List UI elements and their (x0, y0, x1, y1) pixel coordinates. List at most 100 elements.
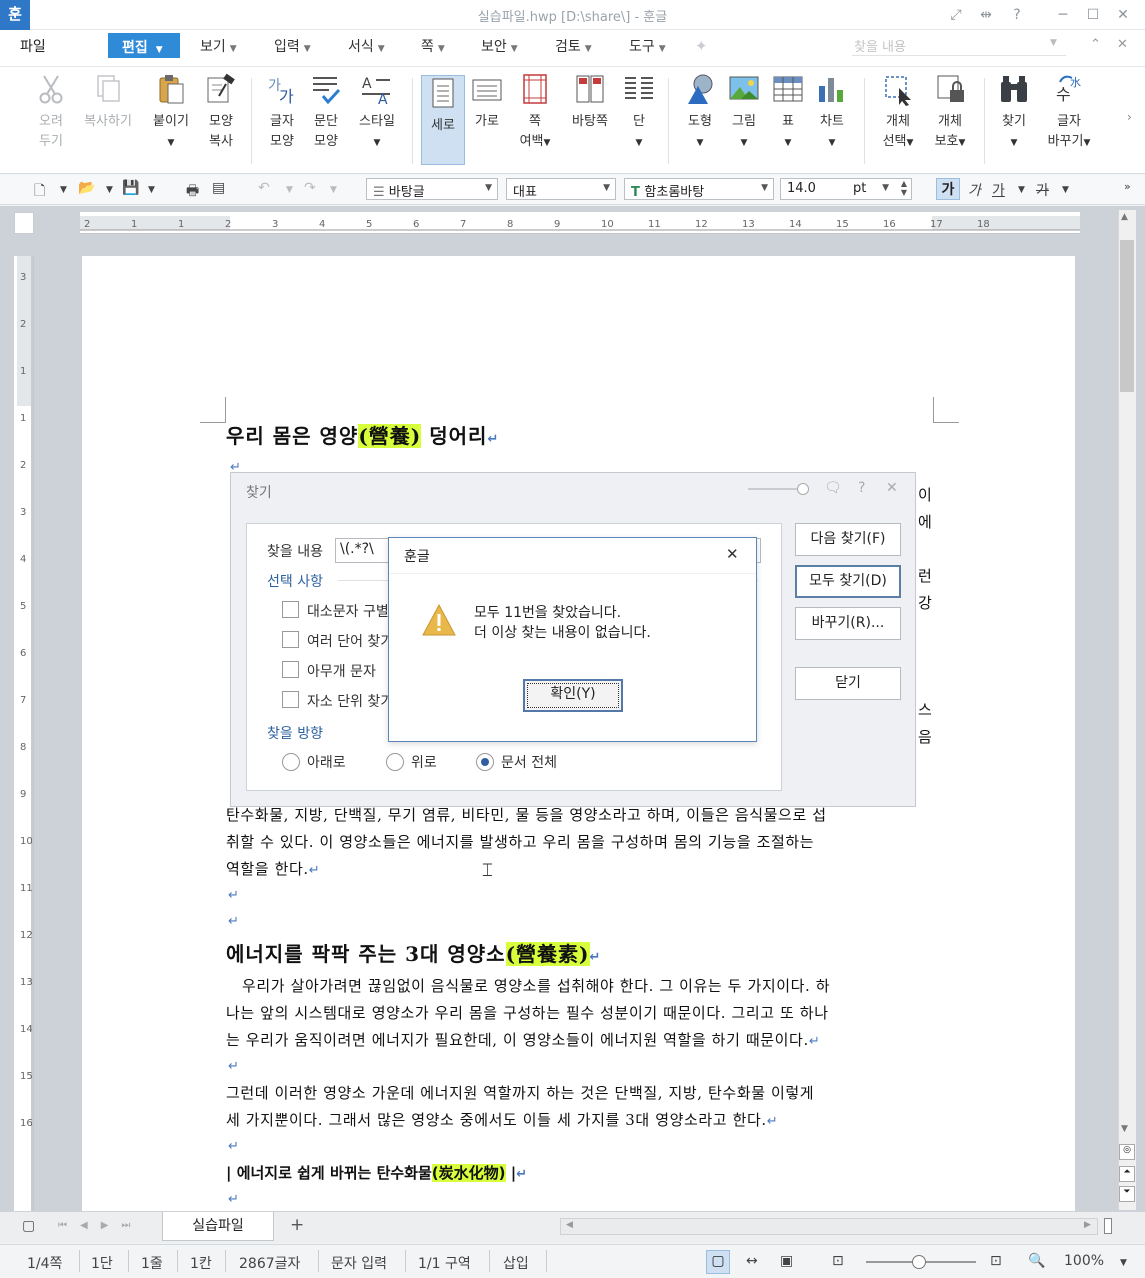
menu-page[interactable]: 쪽 ▼ (421, 36, 445, 56)
chevron-down-icon[interactable]: ▼ (330, 185, 337, 195)
copy-button[interactable]: 복사하기 (78, 72, 138, 168)
doc-tab[interactable]: 실습파일 (162, 1212, 274, 1241)
italic-button[interactable]: 가 (968, 180, 981, 200)
para-shape-button[interactable]: 문단 모양 (304, 72, 348, 168)
direction-up-radio[interactable] (386, 753, 404, 771)
menu-search-input[interactable]: 찾을 내용 (852, 36, 1066, 56)
opacity-slider[interactable] (748, 488, 804, 490)
zoom-in-icon[interactable]: ⊡ (990, 1253, 1002, 1269)
paste-button[interactable]: 붙이기 ▼ (146, 72, 196, 168)
toolbar-more-icon[interactable]: » (1124, 180, 1131, 193)
multi-word-checkbox[interactable] (282, 631, 299, 648)
format-painter-button[interactable]: 모양 복사 (198, 72, 244, 168)
chart-button[interactable]: 차트 ▼ (810, 72, 854, 168)
page-down-icon[interactable]: ⏷ (1119, 1186, 1135, 1202)
direction-down-radio[interactable] (282, 753, 300, 771)
horizontal-ruler[interactable]: 2 1 1 2 3 4 5 6 7 8 9 10 11 12 13 14 15 16 17 18 (80, 212, 1080, 234)
scrollbar-thumb[interactable] (1120, 240, 1134, 392)
collapse-ribbon-icon[interactable]: ⌃ (1090, 37, 1101, 52)
print-icon[interactable]: 🖶 (186, 180, 199, 204)
chevron-down-icon[interactable]: ▼ (106, 185, 113, 195)
find-button[interactable]: 찾기 ▼ (992, 72, 1036, 168)
ribbon-scroll-right-icon[interactable]: › (1127, 110, 1132, 124)
close-icon[interactable]: ✕ (886, 480, 898, 496)
horizontal-scrollbar[interactable] (560, 1218, 1098, 1235)
bold-button[interactable]: 가 (936, 178, 960, 200)
tab-nav-icon[interactable]: ⏮◀▶⏭ (58, 1220, 143, 1231)
menu-format[interactable]: 서식 ▼ (348, 36, 385, 56)
jamo-search-checkbox[interactable] (282, 691, 299, 708)
style-select[interactable]: ☰ 바탕글 ▼ (366, 178, 498, 200)
page-view-icon[interactable]: ▢ (706, 1250, 730, 1274)
opacity-slider-thumb[interactable] (797, 483, 809, 495)
scroll-right-icon[interactable]: ▶ (1084, 1220, 1091, 1230)
zoom-slider-thumb[interactable] (912, 1255, 926, 1269)
zoom-out-icon[interactable]: ⊡ (832, 1253, 844, 1269)
help-icon[interactable]: ? (1006, 4, 1028, 26)
menu-file[interactable]: 파일 (20, 36, 46, 56)
ruler-corner-icon[interactable] (14, 212, 34, 234)
close-window-button[interactable]: ✕ (1112, 4, 1134, 26)
chevron-down-icon[interactable]: ▼ (60, 185, 67, 195)
undo-icon[interactable]: ↶ (258, 180, 270, 196)
close-button[interactable]: 닫기 (795, 667, 901, 700)
font-size-input[interactable]: 14.0 pt ▼ ▲ ▼ (780, 178, 912, 200)
menu-tools[interactable]: 도구 ▼ (629, 36, 666, 56)
replace-button[interactable]: 수水 글자 바꾸기▼ (1040, 72, 1098, 168)
chevron-down-icon[interactable]: ▼ (1062, 185, 1069, 195)
language-select[interactable]: 대표 ▼ (506, 178, 616, 200)
scroll-up-icon[interactable]: ▲ (1121, 212, 1128, 222)
table-button[interactable]: 표 ▼ (768, 72, 808, 168)
prev-page-icon[interactable]: ◎ (1119, 1144, 1135, 1160)
char-shape-button[interactable]: 가가 글자 모양 (260, 72, 304, 168)
strikethrough-button[interactable]: 가 (1036, 180, 1049, 200)
master-page-button[interactable]: 바탕쪽 (562, 72, 618, 168)
spin-icon[interactable]: ▲ ▼ (901, 179, 907, 197)
help-icon[interactable]: ? (858, 480, 865, 496)
chevron-down-icon[interactable]: ▼ (1050, 38, 1057, 48)
chevron-down-icon[interactable]: ▼ (286, 185, 293, 195)
menu-edit[interactable]: 편집 ▼ (108, 33, 180, 58)
ok-button[interactable]: 확인(Y) (523, 679, 623, 712)
font-select[interactable]: T 함초롬바탕 ▼ (624, 178, 774, 200)
vertical-ruler[interactable]: 3 2 1 1 2 3 4 5 6 7 8 9 10 11 12 13 14 15 16 (14, 256, 34, 1211)
zoom-level[interactable]: 100% (1064, 1253, 1104, 1269)
picture-button[interactable]: 그림 ▼ (724, 72, 764, 168)
chat-icon[interactable]: 🗨 (824, 480, 842, 496)
wildcard-checkbox[interactable] (282, 661, 299, 678)
close-doc-icon[interactable]: ✕ (1117, 37, 1128, 52)
split-handle-icon[interactable] (1104, 1218, 1112, 1234)
landscape-button[interactable]: 가로 (467, 72, 507, 168)
split-view-icon[interactable]: ⇹ (975, 4, 997, 26)
cut-button[interactable]: 오려 두기 (28, 72, 74, 168)
find-next-button[interactable]: 다음 찾기(F) (795, 523, 901, 556)
portrait-button[interactable]: 세로 (421, 75, 465, 165)
replace-dialog-button[interactable]: 바꾸기(R)... (795, 607, 901, 640)
columns-button[interactable]: 단 ▼ (620, 72, 658, 168)
match-case-checkbox[interactable] (282, 601, 299, 618)
open-folder-icon[interactable]: 📂 (78, 180, 95, 196)
fit-page-icon[interactable]: ▣ (780, 1253, 793, 1269)
chevron-down-icon[interactable]: ▼ (1120, 1258, 1127, 1268)
menu-view[interactable]: 보기 ▼ (200, 36, 237, 56)
save-icon[interactable]: 💾 (122, 180, 139, 196)
scroll-down-icon[interactable]: ▼ (1121, 1124, 1128, 1134)
find-all-button[interactable]: 모두 찾기(D) (795, 565, 901, 598)
status-insert-mode[interactable]: 삽입 (503, 1253, 529, 1273)
message-box-close-icon[interactable]: ✕ (726, 545, 739, 563)
tab-list-icon[interactable]: ▢ (22, 1218, 35, 1234)
scroll-left-icon[interactable]: ◀ (566, 1220, 573, 1230)
new-document-icon[interactable]: 🗋 (34, 180, 45, 204)
extension-icon[interactable]: ✦ (695, 37, 708, 55)
object-select-button[interactable]: 개체 선택▼ (874, 72, 922, 168)
redo-icon[interactable]: ↷ (304, 180, 316, 196)
chevron-down-icon[interactable]: ▼ (148, 185, 155, 195)
direction-all-radio[interactable] (476, 753, 494, 771)
minimize-button[interactable]: ─ (1052, 4, 1074, 26)
chevron-down-icon[interactable]: ▼ (1018, 185, 1025, 195)
fullscreen-icon[interactable]: ⤢ (945, 4, 967, 26)
shape-button[interactable]: 도형 ▼ (678, 72, 722, 168)
page-margin-button[interactable]: 쪽 여백▼ (512, 72, 558, 168)
object-protect-button[interactable]: 개체 보호▼ (926, 72, 974, 168)
width-view-icon[interactable]: ↔ (746, 1253, 758, 1269)
